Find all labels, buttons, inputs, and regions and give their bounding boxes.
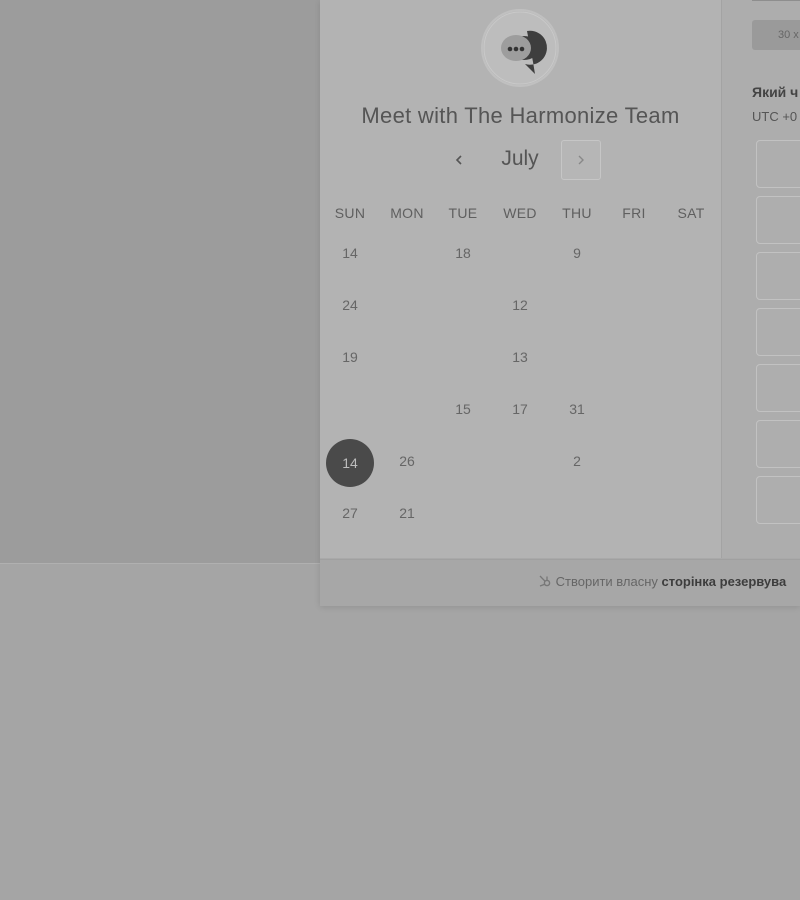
hubspot-sprocket-icon <box>539 575 551 587</box>
calendar-title: Meet with The Harmonize Team <box>361 103 680 128</box>
time-slot-button[interactable] <box>756 196 800 244</box>
footer-bar: Створити власну сторінка резервува <box>320 559 800 606</box>
time-question-label: Який ч <box>752 84 799 100</box>
time-selection-panel: 30 х Який ч UTC +0 <box>722 0 800 558</box>
calendar-week-row: 14 26 2 <box>320 439 721 491</box>
duration-heading-fragment <box>752 0 800 1</box>
calendar-week-row: 24 12 <box>320 283 721 335</box>
calendar-week-row: 15 17 31 <box>320 387 721 439</box>
weekday-label: FRI <box>622 205 646 221</box>
calendar-day[interactable]: 21 <box>382 503 432 523</box>
calendar-week-row: 27 21 <box>320 491 721 543</box>
page-background <box>0 0 320 564</box>
time-slot-button[interactable] <box>756 252 800 300</box>
calendar-day[interactable]: 18 <box>438 243 488 263</box>
time-slot-button[interactable] <box>756 308 800 356</box>
weekday-header-row: SUN MON TUE WED THU FRI SAT <box>320 195 721 231</box>
calendar-day[interactable]: 15 <box>438 399 488 419</box>
calendar-weeks: 14 18 9 24 12 19 13 15 17 31 14 26 2 27 21 <box>320 231 721 543</box>
booking-card: Meet with The Harmonize Team July SUN MON… <box>320 0 800 606</box>
calendar-week-row: 19 13 <box>320 335 721 387</box>
calendar-grid: SUN MON TUE WED THU FRI SAT 14 18 9 24 12 19 13 15 17 3… <box>320 195 721 543</box>
calendar-day[interactable]: 12 <box>495 295 545 315</box>
current-month-label: July <box>501 147 539 170</box>
weekday-label: THU <box>562 205 592 221</box>
time-slot-button[interactable] <box>756 420 800 468</box>
chat-bubble-icon <box>483 11 557 85</box>
calendar-day[interactable]: 26 <box>382 451 432 471</box>
time-slot-button[interactable] <box>756 476 800 524</box>
previous-month-button[interactable] <box>446 146 472 174</box>
calendar-day[interactable]: 2 <box>552 451 602 471</box>
calendar-day[interactable]: 14 <box>325 243 375 263</box>
weekday-label: MON <box>390 205 424 221</box>
calendar-day[interactable]: 24 <box>325 295 375 315</box>
footer-text-prefix: Створити власну <box>555 574 658 589</box>
time-slot-button[interactable] <box>756 140 800 188</box>
chat-logo-avatar <box>481 9 559 87</box>
weekday-label: SAT <box>677 205 705 221</box>
calendar-week-row: 14 18 9 <box>320 231 721 283</box>
calendar-day[interactable]: 31 <box>552 399 602 419</box>
selected-day[interactable]: 14 <box>326 439 374 487</box>
calendar-day[interactable]: 17 <box>495 399 545 419</box>
footer-text-bold: сторінка резервува <box>661 574 787 589</box>
chevron-left-icon <box>455 155 462 165</box>
calendar-panel: Meet with The Harmonize Team July SUN MON… <box>320 0 722 558</box>
weekday-label: TUE <box>448 205 478 221</box>
next-month-button[interactable] <box>561 140 601 180</box>
calendar-day[interactable]: 19 <box>325 347 375 367</box>
weekday-label: SUN <box>334 205 366 221</box>
weekday-label: WED <box>503 205 537 221</box>
time-slot-button[interactable] <box>756 364 800 412</box>
timezone-label[interactable]: UTC +0 <box>752 109 797 124</box>
chevron-right-icon <box>578 155 584 165</box>
calendar-day[interactable]: 27 <box>325 503 375 523</box>
calendar-day[interactable]: 9 <box>552 243 602 263</box>
create-booking-page-link[interactable]: Створити власну сторінка резервува <box>538 574 786 589</box>
duration-option-button[interactable]: 30 х <box>752 20 800 50</box>
calendar-day[interactable]: 13 <box>495 347 545 367</box>
